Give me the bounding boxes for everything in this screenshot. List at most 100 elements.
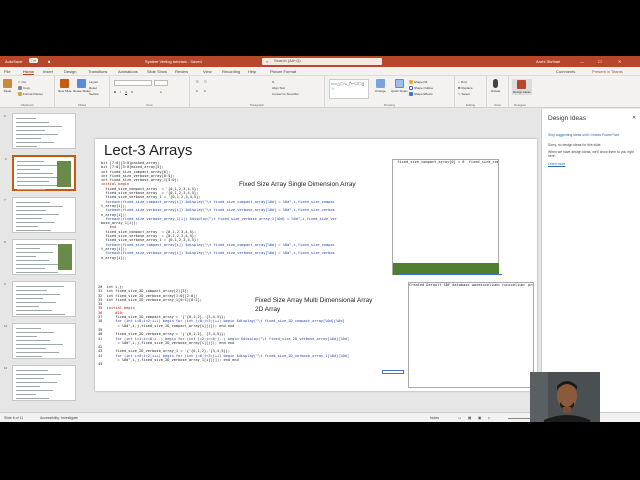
code-block-1d[interactable]: bit [7:0][3:0]packed_array; bit [7:0][3:0… — [101, 161, 391, 273]
autosave-toggle[interactable]: Off — [29, 58, 39, 63]
slide-canvas[interactable]: Lect-3 Arrays bit [7:0][3:0]packed_array… — [95, 139, 537, 391]
thumbnail-text-line — [16, 134, 58, 135]
learn-more-link[interactable]: Learn more — [548, 162, 636, 166]
simulation-output-1d[interactable]: fixed_size_compact_array[0] = 0 fixed_si… — [392, 159, 499, 275]
normal-view-icon[interactable]: ▭ — [458, 416, 461, 420]
numbering-button[interactable]: ☷ — [204, 80, 207, 84]
font-size-box[interactable] — [154, 80, 168, 86]
section-button[interactable]: Section — [89, 92, 99, 96]
select-button[interactable]: ↖ Select — [458, 92, 470, 96]
slide-thumbnail[interactable]: 5 — [4, 113, 76, 149]
save-icon[interactable]: ■ — [48, 59, 50, 64]
format-painter-button[interactable]: Format Painter — [18, 92, 43, 96]
tab-insert[interactable]: Insert — [43, 69, 53, 74]
find-button[interactable]: ⌕ Find — [458, 80, 467, 84]
caption-single-dimension[interactable]: Fixed Size Array Single Dimension Array — [239, 181, 356, 188]
thumbnail-text-line — [16, 340, 50, 341]
slide-title[interactable]: Lect-3 Arrays — [104, 142, 192, 159]
text-selection-handle[interactable] — [382, 370, 404, 374]
tab-view[interactable]: View — [203, 69, 212, 74]
text-direction-button[interactable]: ⇅ — [272, 80, 275, 84]
shape-effects-button[interactable]: Shape Effects — [409, 92, 433, 96]
tab-animations[interactable]: Animations — [118, 69, 138, 74]
align-left-button[interactable]: ≡ — [196, 89, 198, 93]
caption-multi-dimension[interactable]: Fixed Size Array Multi Dimensional Array — [255, 297, 372, 304]
minimize-icon[interactable]: — — [580, 59, 584, 64]
tab-picture-format[interactable]: Picture Format — [270, 69, 296, 74]
shape-outline-button[interactable]: Shape Outline — [409, 86, 433, 90]
sorter-view-icon[interactable]: ▦ — [468, 416, 471, 420]
font-color-button[interactable]: A — [160, 90, 162, 94]
cut-button[interactable]: ✂ Cut — [18, 80, 26, 84]
slide-thumbnail[interactable]: 6 — [5, 155, 76, 191]
microphone-icon — [493, 79, 499, 88]
layout-button[interactable]: Layout — [89, 80, 98, 84]
thumbnail-text-line — [16, 370, 48, 371]
thumbnail-text-line — [16, 206, 63, 207]
thumbnail-text-line — [16, 298, 43, 299]
thumbnail-text-line — [16, 268, 45, 269]
bullets-button[interactable]: ☰ — [196, 80, 199, 84]
slide-thumbnail[interactable]: 9 — [4, 281, 76, 317]
code-line: fixed_size_compact_array[0] = 0 — [393, 160, 465, 164]
bold-button[interactable]: B — [114, 90, 116, 94]
simulation-output-2d[interactable]: Created Default SDF database wavesxceliu… — [408, 282, 534, 388]
code-line: xcelium> run — [482, 283, 509, 287]
slide-thumbnail[interactable]: 8 — [4, 239, 76, 275]
notes-button[interactable]: Notes — [430, 416, 439, 420]
group-label-voice: Voice — [493, 103, 502, 107]
thumbnail-text-line — [16, 222, 55, 223]
replace-button[interactable]: ⇄ Replace — [458, 86, 473, 90]
quick-styles-icon — [394, 79, 404, 88]
tab-recording[interactable]: Recording — [222, 69, 240, 74]
comments-button[interactable]: Comments — [556, 69, 575, 74]
thumbnail-text-line — [16, 356, 42, 357]
thumbnail-text-line — [16, 398, 49, 399]
thumbnail-text-line — [16, 248, 40, 249]
tab-design[interactable]: Design — [64, 69, 76, 74]
tab-help[interactable]: Help — [248, 69, 256, 74]
thumbnail-text-line — [16, 122, 49, 123]
reset-button[interactable]: Reset — [89, 86, 97, 90]
arrange-button[interactable]: Arrange — [375, 79, 386, 93]
tab-transitions[interactable]: Transitions — [88, 69, 107, 74]
design-ideas-button[interactable]: Design Ideas — [512, 79, 532, 95]
shapes-gallery[interactable]: ▭○△⬠↘⤴↩☐⬡{}☆ — [329, 79, 369, 99]
slide-thumbnail[interactable]: 7 — [4, 197, 76, 233]
tab-home[interactable]: Home — [23, 69, 35, 75]
convert-smartart-button[interactable]: Convert to SmartArt — [272, 92, 299, 96]
caption-2d-array[interactable]: 2D Array — [255, 306, 280, 313]
close-pane-icon[interactable]: ✕ — [632, 115, 636, 121]
thumbnail-text-line — [16, 126, 62, 127]
slide-thumbnail[interactable]: 10 — [4, 323, 76, 359]
underline-button[interactable]: U — [125, 90, 127, 94]
accessibility-status[interactable]: Accessibility: Investigate — [40, 416, 78, 420]
slide-thumbnail[interactable]: 11 — [4, 365, 76, 401]
close-icon[interactable]: ✕ — [618, 59, 621, 64]
paste-button[interactable]: Paste — [3, 79, 12, 93]
tab-review[interactable]: Review — [175, 69, 188, 74]
tab-file[interactable]: File — [4, 69, 10, 74]
copy-icon — [18, 86, 22, 90]
quick-styles-button[interactable]: Quick Styles — [391, 79, 408, 93]
shape-fill-button[interactable]: Shape Fill — [409, 80, 427, 84]
search-box[interactable]: Search (Alt+Q) — [262, 58, 382, 65]
thumbnail-text-line — [16, 336, 37, 337]
stop-suggesting-link[interactable]: Stop suggesting ideas until I restart Po… — [548, 133, 636, 137]
user-name[interactable]: Arohi Shrihari — [536, 59, 560, 64]
maximize-icon[interactable]: ☐ — [598, 59, 602, 64]
align-text-button[interactable]: Align Text — [272, 86, 285, 90]
copy-button[interactable]: Copy — [18, 86, 30, 90]
thumbnail-text-line — [17, 169, 40, 170]
tab-slide-show[interactable]: Slide Show — [147, 69, 167, 74]
slideshow-view-icon[interactable]: ▷ — [488, 416, 491, 420]
strikethrough-button[interactable]: S — [131, 90, 133, 94]
align-center-button[interactable]: ≡ — [204, 89, 206, 93]
reading-view-icon[interactable]: ▣ — [478, 416, 481, 420]
new-slide-button[interactable]: New Slide — [58, 79, 72, 93]
dictate-button[interactable]: Dictate — [491, 79, 500, 93]
present-in-teams-button[interactable]: Present in Teams — [592, 69, 623, 74]
italic-button[interactable]: I — [120, 90, 121, 94]
font-name-box[interactable] — [114, 80, 152, 86]
code-line: fixed_size_compact_array[1] = 1 — [468, 160, 499, 164]
